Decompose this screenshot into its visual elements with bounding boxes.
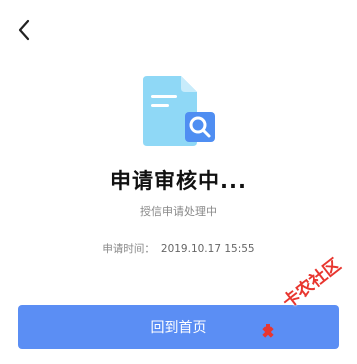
application-time-value: 2019.10.17 15:55 — [160, 243, 255, 255]
application-time: 申请时间： 2019.10.17 15:55 — [0, 241, 357, 256]
status-subtitle: 授信申请处理中 — [140, 205, 217, 218]
back-button[interactable] — [10, 15, 38, 45]
application-time-label: 申请时间： — [102, 243, 155, 255]
status-title: 申请审核中... — [110, 169, 247, 193]
application-status-page: 申请审核中... 授信申请处理中 申请时间： 2019.10.17 15:55 回… — [0, 0, 357, 364]
document-search-icon — [143, 76, 215, 146]
chevron-left-icon[interactable] — [17, 19, 31, 41]
watermark-text: 卡农社区 — [279, 255, 345, 313]
